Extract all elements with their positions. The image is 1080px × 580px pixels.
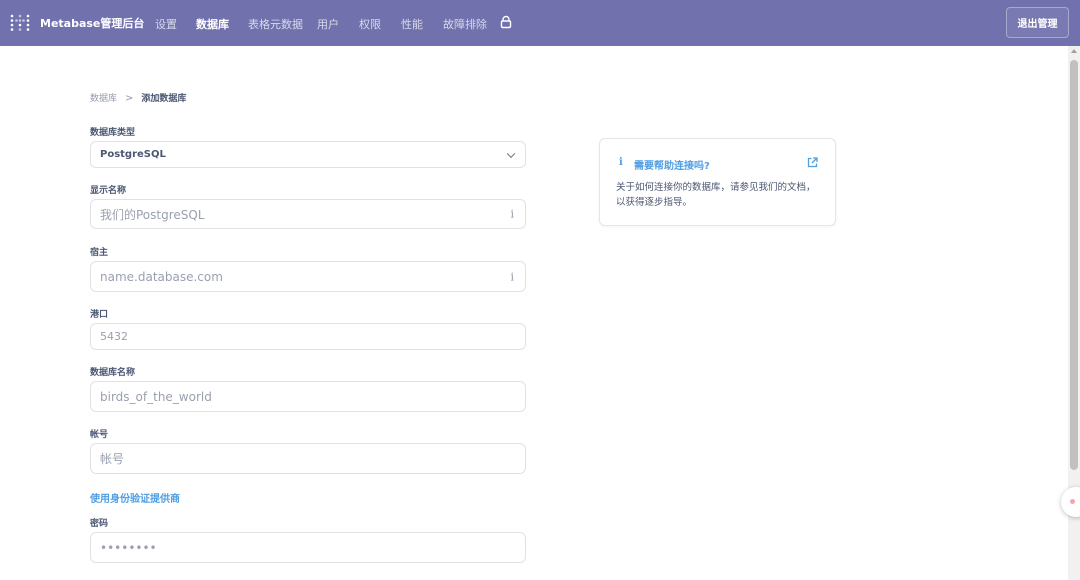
use-auth-provider-link[interactable]: 使用身份验证提供商 bbox=[90, 490, 180, 505]
port-input[interactable]: 5432 bbox=[90, 323, 526, 350]
nav-item-troubleshooting[interactable]: 故障排除 bbox=[443, 16, 487, 32]
admin-brand-title: Metabase管理后台 bbox=[40, 17, 145, 30]
host-input[interactable]: name.database.com i bbox=[90, 261, 526, 292]
breadcrumb-databases-link[interactable]: 数据库 bbox=[90, 94, 117, 104]
host-label: 宿主 bbox=[90, 248, 109, 258]
port-placeholder: 5432 bbox=[100, 330, 128, 343]
help-card: i 需要帮助连接吗? 关于如何连接你的数据库，请参见我们的文档，以获得逐步指导。 bbox=[599, 138, 836, 226]
floating-assistant-button[interactable] bbox=[1061, 487, 1080, 517]
db-type-select[interactable]: PostgreSQL bbox=[90, 141, 526, 168]
password-label: 密码 bbox=[90, 519, 109, 529]
nav-item-databases[interactable]: 数据库 bbox=[196, 16, 229, 32]
help-card-body: 关于如何连接你的数据库，请参见我们的文档，以获得逐步指导。 bbox=[616, 182, 816, 208]
display-name-label: 显示名称 bbox=[90, 186, 127, 196]
password-input[interactable]: •••••••• bbox=[90, 532, 526, 563]
db-name-input[interactable]: birds_of_the_world bbox=[90, 381, 526, 412]
external-link-icon[interactable] bbox=[807, 157, 818, 168]
lock-icon[interactable] bbox=[499, 15, 513, 29]
metabase-logo-icon[interactable] bbox=[10, 13, 30, 33]
db-type-value: PostgreSQL bbox=[100, 149, 166, 160]
breadcrumb-current: 添加数据库 bbox=[141, 94, 187, 104]
username-input[interactable]: 帐号 bbox=[90, 443, 526, 474]
nav-item-permissions[interactable]: 权限 bbox=[359, 16, 381, 32]
admin-nav-bar: Metabase管理后台 设置 数据库 表格元数据 用户 权限 性能 故障排除 … bbox=[0, 0, 1080, 46]
exit-admin-button[interactable]: 退出管理 bbox=[1006, 7, 1069, 38]
nav-item-performance[interactable]: 性能 bbox=[401, 16, 423, 32]
password-placeholder: •••••••• bbox=[100, 540, 157, 555]
nav-item-settings[interactable]: 设置 bbox=[155, 16, 177, 32]
db-name-label: 数据库名称 bbox=[90, 368, 136, 378]
db-name-placeholder: birds_of_the_world bbox=[100, 389, 212, 404]
username-placeholder: 帐号 bbox=[100, 452, 125, 466]
info-icon: i bbox=[619, 157, 623, 168]
assistant-dot-icon bbox=[1070, 499, 1075, 504]
scroll-thumb[interactable] bbox=[1070, 60, 1078, 470]
breadcrumb-separator: > bbox=[125, 93, 134, 104]
display-name-input[interactable]: 我们的PostgreSQL i bbox=[90, 199, 526, 229]
nav-item-table-metadata[interactable]: 表格元数据 bbox=[248, 16, 303, 32]
db-type-label: 数据库类型 bbox=[90, 128, 136, 138]
scroll-up-arrow-icon[interactable] bbox=[1071, 49, 1077, 53]
display-name-placeholder: 我们的PostgreSQL bbox=[100, 207, 205, 222]
breadcrumb: 数据库 > 添加数据库 bbox=[90, 91, 186, 104]
username-label: 帐号 bbox=[90, 430, 109, 440]
nav-item-people[interactable]: 用户 bbox=[317, 16, 339, 32]
host-placeholder: name.database.com bbox=[100, 269, 223, 284]
port-label: 港口 bbox=[90, 310, 109, 320]
help-card-title-link[interactable]: 需要帮助连接吗? bbox=[634, 157, 710, 172]
info-icon[interactable]: i bbox=[510, 270, 514, 283]
chevron-down-icon bbox=[506, 149, 516, 158]
info-icon[interactable]: i bbox=[510, 208, 514, 221]
